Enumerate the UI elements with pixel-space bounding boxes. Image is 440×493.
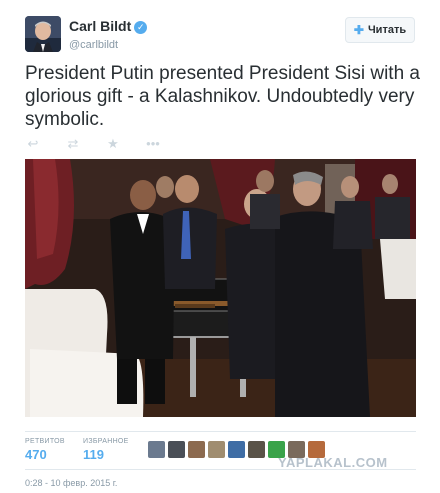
retweets-label: РЕТВИТОВ bbox=[25, 438, 65, 445]
tweet-card: Carl Bildt ✓ @carlbildt ✚ Читать Presiden… bbox=[0, 0, 440, 493]
site-watermark: YAPLAKAL.COM bbox=[278, 455, 388, 470]
stats-divider-top bbox=[25, 431, 416, 432]
follow-button-label: Читать bbox=[367, 24, 407, 36]
verified-icon: ✓ bbox=[134, 21, 148, 34]
favoriter-avatar[interactable] bbox=[148, 441, 165, 458]
favorites-stat[interactable]: ИЗБРАННОЕ 119 bbox=[83, 438, 129, 462]
author-name[interactable]: Carl Bildt bbox=[69, 18, 131, 34]
retweets-count: 470 bbox=[25, 447, 47, 462]
author-avatar[interactable] bbox=[25, 16, 61, 52]
favoriter-avatar[interactable] bbox=[168, 441, 185, 458]
author-handle[interactable]: @carlbildt bbox=[69, 39, 147, 51]
favoriter-avatar[interactable] bbox=[188, 441, 205, 458]
reply-icon[interactable]: ↩ bbox=[25, 137, 41, 151]
tweet-actions: ↩ ⇄ ★ ••• bbox=[25, 137, 161, 151]
more-icon[interactable]: ••• bbox=[145, 137, 161, 151]
favoriter-avatar[interactable] bbox=[248, 441, 265, 458]
favorite-icon[interactable]: ★ bbox=[105, 137, 121, 151]
favoriter-avatar[interactable] bbox=[208, 441, 225, 458]
favoriter-avatar[interactable] bbox=[228, 441, 245, 458]
retweet-icon[interactable]: ⇄ bbox=[65, 137, 81, 151]
tweet-timestamp[interactable]: 0:28 - 10 февр. 2015 г. bbox=[25, 478, 117, 488]
add-user-icon: ✚ bbox=[353, 23, 364, 37]
favorites-count: 119 bbox=[83, 447, 104, 462]
tweet-photo[interactable] bbox=[25, 159, 416, 417]
tweet-text: President Putin presented President Sisi… bbox=[25, 63, 420, 130]
retweets-stat[interactable]: РЕТВИТОВ 470 bbox=[25, 438, 65, 462]
author-info: Carl Bildt ✓ @carlbildt bbox=[69, 18, 148, 51]
favorites-label: ИЗБРАННОЕ bbox=[83, 438, 129, 445]
follow-button[interactable]: ✚ Читать bbox=[345, 17, 415, 43]
